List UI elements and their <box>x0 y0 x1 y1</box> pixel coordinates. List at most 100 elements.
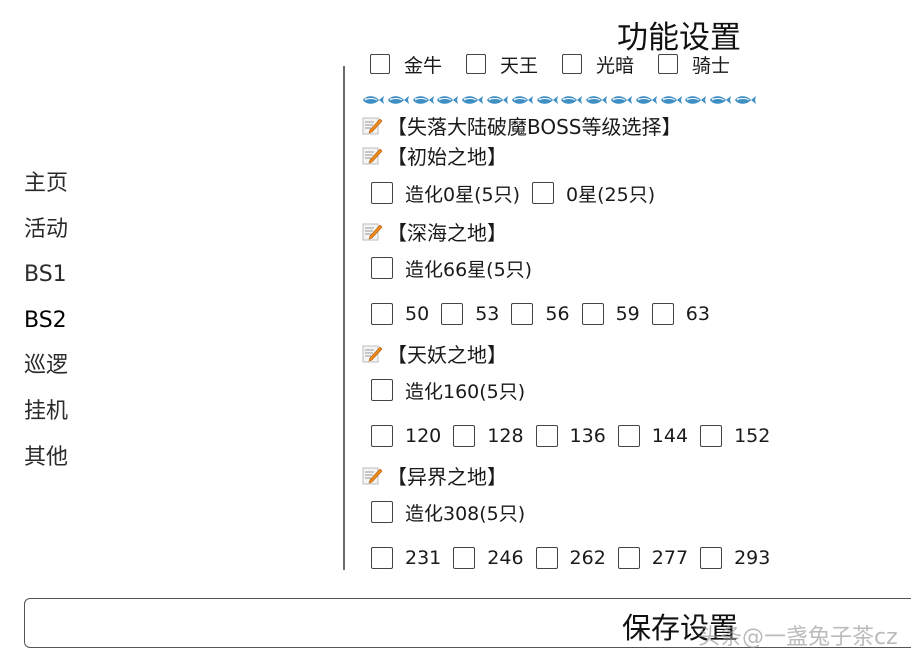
level-label: 50 <box>405 303 430 325</box>
level-checkbox[interactable] <box>453 425 476 447</box>
page-title: 功能设置 <box>617 20 741 56</box>
memo-icon <box>362 343 383 364</box>
level-checkbox[interactable] <box>581 303 604 325</box>
zone-option-row: 造化160(5只) <box>358 368 898 412</box>
zone-level-row: 231 246 262 277 293 <box>358 534 898 570</box>
memo-icon <box>362 221 383 242</box>
zone-title-text: 【初始之地】 <box>387 144 507 169</box>
option-label: 骑士 <box>692 54 731 77</box>
watermark: 头条@一盏兔子茶cz <box>698 625 898 650</box>
option-label: 光暗 <box>596 54 635 77</box>
fish-icon <box>385 91 409 104</box>
memo-icon <box>362 465 383 486</box>
option-label: 造化308(5只) <box>405 502 526 525</box>
level-label: 277 <box>651 547 689 569</box>
zone-option-row: 造化66星(5只) <box>358 246 898 290</box>
level-checkbox[interactable] <box>441 303 464 325</box>
level-label: 53 <box>475 303 500 325</box>
option-checkbox[interactable] <box>532 182 555 204</box>
sidebar-item-patrol[interactable]: 巡逻 <box>24 348 68 394</box>
option-label: 造化160(5只) <box>405 380 526 403</box>
option-label: 0星(25只) <box>566 183 656 206</box>
level-label: 262 <box>569 547 606 569</box>
level-label: 231 <box>405 547 442 569</box>
fish-icon <box>484 91 508 104</box>
option-label: 天王 <box>500 54 539 77</box>
zone-option-row: 造化308(5只) <box>358 490 898 534</box>
partial-option-row: 金牛 天王 光暗 骑士 <box>358 52 898 84</box>
option-checkbox[interactable] <box>371 182 393 204</box>
level-checkbox[interactable] <box>453 547 476 569</box>
option-label: 金牛 <box>404 54 443 77</box>
level-label: 56 <box>545 303 570 325</box>
zone-title-text: 【深海之地】 <box>387 220 507 245</box>
sidebar-item-idle[interactable]: 挂机 <box>24 394 68 440</box>
zone-title: 【初始之地】 <box>358 140 898 170</box>
level-label: 293 <box>734 547 771 569</box>
fish-icon <box>459 91 484 104</box>
option-checkbox[interactable] <box>371 501 393 523</box>
fish-icon <box>608 91 632 104</box>
option-checkbox[interactable] <box>371 379 393 401</box>
fish-icon <box>534 91 558 104</box>
level-label: 120 <box>405 425 442 447</box>
section-heading: 【失落大陆破魔BOSS等级选择】 <box>358 110 898 140</box>
zone-level-row: 50 53 56 59 63 <box>358 290 898 338</box>
level-checkbox[interactable] <box>617 425 640 447</box>
option-checkbox[interactable] <box>562 54 583 74</box>
zone-title-text: 【异界之地】 <box>387 464 507 489</box>
zone-title: 【异界之地】 <box>358 460 898 490</box>
fish-icon <box>558 91 583 104</box>
fish-icon <box>732 91 756 104</box>
level-checkbox[interactable] <box>535 425 558 447</box>
fish-icon <box>360 91 384 104</box>
level-label: 63 <box>685 303 710 325</box>
level-label: 59 <box>615 303 640 325</box>
zone-level-row: 120 128 136 144 152 <box>358 412 898 460</box>
level-label: 246 <box>487 547 524 569</box>
zone-title: 【天妖之地】 <box>358 338 898 368</box>
sidebar-item-other[interactable]: 其他 <box>24 440 68 486</box>
sidebar-item-home[interactable]: 主页 <box>24 166 68 212</box>
option-label: 造化66星(5只) <box>405 258 533 281</box>
heading-text: 【失落大陆破魔BOSS等级选择】 <box>387 114 682 139</box>
level-checkbox[interactable] <box>617 547 640 569</box>
fish-icon <box>658 91 682 104</box>
option-checkbox[interactable] <box>370 54 390 74</box>
option-checkbox[interactable] <box>658 54 679 74</box>
sidebar-item-bs1[interactable]: BS1 <box>24 257 68 303</box>
option-checkbox[interactable] <box>371 257 393 279</box>
zone-title-text: 【天妖之地】 <box>387 342 507 367</box>
fish-icon <box>633 91 657 104</box>
fish-icon <box>583 91 608 104</box>
option-label: 造化0星(5只) <box>405 183 521 206</box>
level-checkbox[interactable] <box>371 303 393 325</box>
option-checkbox[interactable] <box>466 54 487 74</box>
fish-icon <box>707 91 732 104</box>
level-checkbox[interactable] <box>511 303 534 325</box>
fish-icon <box>509 91 533 104</box>
settings-scroll-panel[interactable]: 金牛 天王 光暗 骑士 【失落大陆破魔BOSS等级选择】 【初始之地】 造化0星… <box>358 52 898 570</box>
fish-icon <box>434 91 459 104</box>
level-checkbox[interactable] <box>371 547 393 569</box>
zone-title: 【深海之地】 <box>358 216 898 246</box>
level-label: 136 <box>569 425 606 447</box>
vertical-divider <box>343 66 345 570</box>
memo-icon <box>362 145 383 166</box>
level-checkbox[interactable] <box>535 547 558 569</box>
level-checkbox[interactable] <box>700 425 723 447</box>
level-checkbox[interactable] <box>651 303 674 325</box>
sidebar-item-bs2[interactable]: BS2 <box>24 303 68 349</box>
level-label: 144 <box>651 425 689 447</box>
level-label: 128 <box>487 425 524 447</box>
memo-icon <box>362 115 383 136</box>
fish-icon <box>410 91 434 104</box>
level-checkbox[interactable] <box>700 547 723 569</box>
fish-icon <box>682 91 707 104</box>
level-checkbox[interactable] <box>371 425 393 447</box>
fish-divider <box>360 84 898 110</box>
sidebar-item-events[interactable]: 活动 <box>24 212 68 258</box>
sidebar-nav: 主页 活动 BS1 BS2 巡逻 挂机 其他 <box>24 166 68 485</box>
level-label: 152 <box>734 425 771 447</box>
zone-option-row: 造化0星(5只) 0星(25只) <box>358 170 898 216</box>
